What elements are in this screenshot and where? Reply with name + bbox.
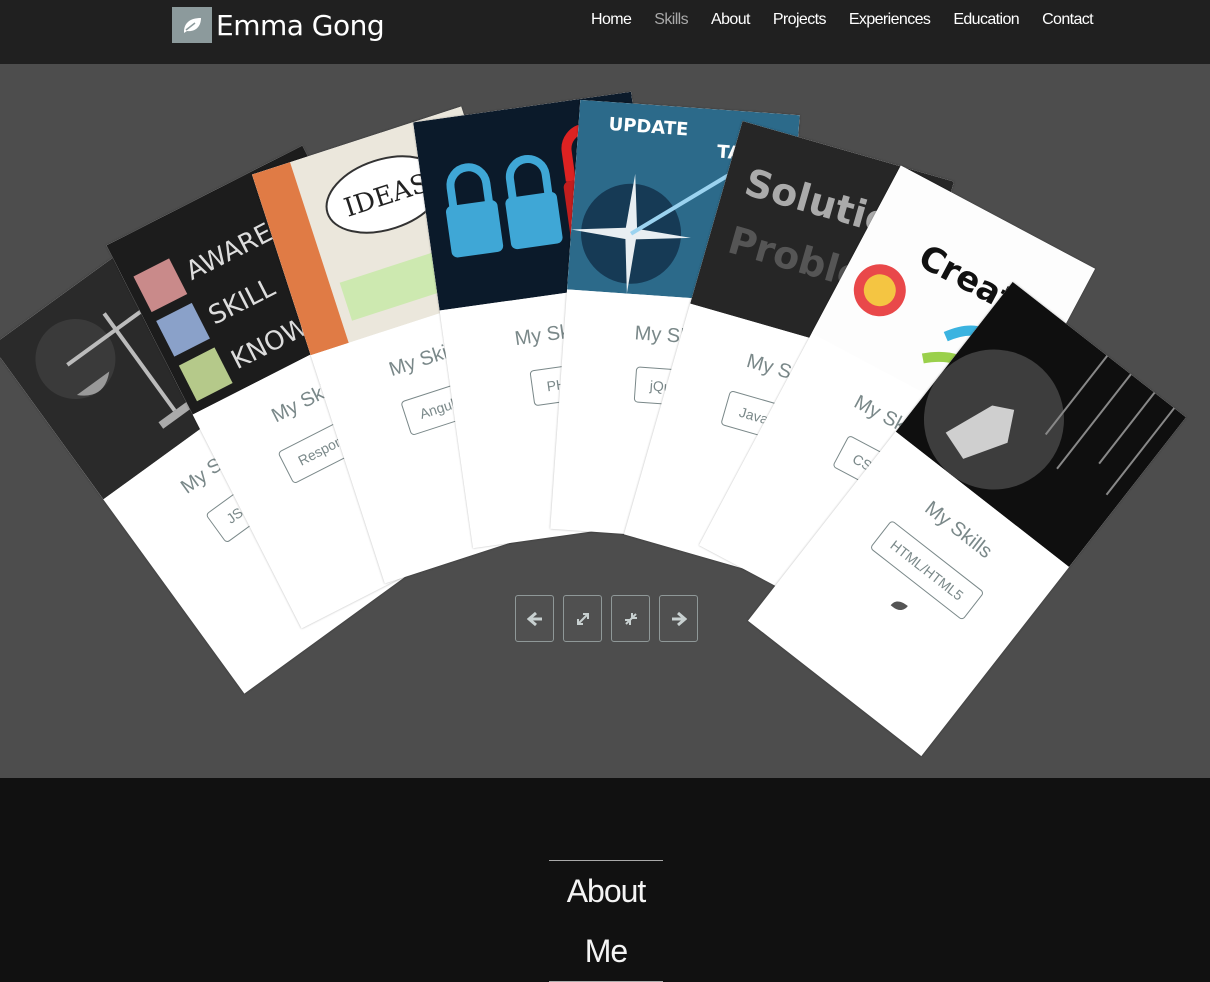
skills-carousel: My Skills JScript AWAREN SKILL KNOWL My … xyxy=(0,64,1210,778)
about-section: About Me xyxy=(0,778,1210,982)
nav-education[interactable]: Education xyxy=(953,11,1019,29)
carousel-controls xyxy=(515,595,698,642)
main-nav: Home Skills About Projects Experiences E… xyxy=(591,11,1116,29)
arrow-left-icon xyxy=(526,611,542,626)
expand-icon xyxy=(576,612,589,625)
nav-contact[interactable]: Contact xyxy=(1042,11,1094,29)
card-stage: My Skills JScript AWAREN SKILL KNOWL My … xyxy=(0,64,1210,778)
compress-icon xyxy=(624,612,637,625)
leaf-icon xyxy=(172,7,212,43)
collapse-button[interactable] xyxy=(611,595,650,642)
prev-button[interactable] xyxy=(515,595,554,642)
section-title: About Me xyxy=(549,860,663,982)
nav-home[interactable]: Home xyxy=(591,11,632,29)
nav-experiences[interactable]: Experiences xyxy=(849,11,931,29)
nav-projects[interactable]: Projects xyxy=(773,11,827,29)
brand-name: Emma Gong xyxy=(216,8,385,42)
expand-button[interactable] xyxy=(563,595,602,642)
brand[interactable]: Emma Gong xyxy=(172,5,385,45)
arrow-right-icon xyxy=(671,611,687,626)
navbar: Emma Gong Home Skills About Projects Exp… xyxy=(0,0,1210,64)
next-button[interactable] xyxy=(659,595,698,642)
nav-skills[interactable]: Skills xyxy=(654,11,688,29)
leaf-icon xyxy=(890,601,908,611)
nav-about[interactable]: About xyxy=(711,11,750,29)
